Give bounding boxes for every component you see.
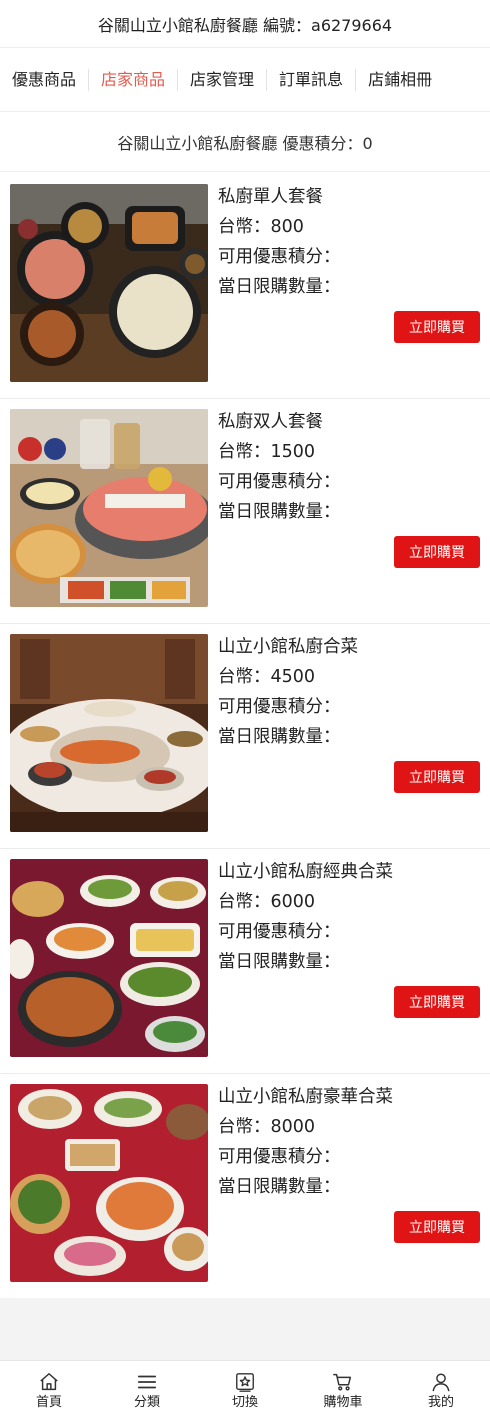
product-price: 台幣：8000 xyxy=(218,1117,316,1137)
list-end-spacer xyxy=(0,1298,490,1360)
user-icon xyxy=(432,1373,450,1392)
tab-promo-products[interactable]: 優惠商品 xyxy=(0,68,90,91)
product-name: 私廚單人套餐 xyxy=(218,187,323,207)
home-icon xyxy=(40,1373,58,1391)
store-title: 谷關山立小館私廚餐廳 編號：a6279664 xyxy=(0,0,490,48)
tab-store-album[interactable]: 店鋪相冊 xyxy=(356,69,444,91)
tab-bar: 優惠商品 店家商品 店家管理 訂單訊息 店鋪相冊 xyxy=(0,48,490,112)
nav-category[interactable]: 分類 xyxy=(98,1361,196,1417)
nav-home[interactable]: 首頁 xyxy=(0,1361,98,1417)
deluxe-dishes-photo[interactable] xyxy=(10,1084,208,1282)
product-info: 山立小館私廚經典合菜 台幣：6000 可用優惠積分： 當日限購數量： xyxy=(218,857,480,977)
tab-order-messages[interactable]: 訂單訊息 xyxy=(267,68,357,91)
buy-now-button[interactable]: 立即購買 xyxy=(394,536,480,568)
set-meal-photo[interactable] xyxy=(10,184,208,382)
buy-now-button[interactable]: 立即購買 xyxy=(394,1211,480,1243)
product-info: 山立小館私廚豪華合菜 台幣：8000 可用優惠積分： 當日限購數量： xyxy=(218,1082,480,1202)
points-summary: 谷關山立小館私廚餐廳 優惠積分：0 xyxy=(0,112,490,172)
tab-store-management[interactable]: 店家管理 xyxy=(178,68,268,91)
bottom-navigation: 首頁 分類 切換 購物車 我的 xyxy=(0,1360,490,1417)
product-price: 台幣：800 xyxy=(218,217,304,237)
product-card: 山立小館私廚合菜 台幣：4500 可用優惠積分： 當日限購數量： 立即購買 xyxy=(0,624,490,849)
product-daily-limit: 當日限購數量： xyxy=(218,952,341,972)
nav-label: 首頁 xyxy=(35,1395,62,1410)
product-info: 山立小館私廚合菜 台幣：4500 可用優惠積分： 當日限購數量： xyxy=(218,632,480,752)
nav-label: 購物車 xyxy=(323,1395,363,1410)
product-daily-limit: 當日限購數量： xyxy=(218,277,341,297)
product-points: 可用優惠積分： xyxy=(218,472,341,492)
tab-store-products[interactable]: 店家商品 xyxy=(89,68,179,91)
product-price: 台幣：6000 xyxy=(218,892,316,912)
product-price: 台幣：1500 xyxy=(218,442,316,462)
nav-label: 切換 xyxy=(231,1395,258,1410)
product-info: 私廚單人套餐 台幣：800 可用優惠積分： 當日限購數量： xyxy=(218,182,480,302)
product-list: 私廚單人套餐 台幣：800 可用優惠積分： 當日限購數量： 立即購買 私廚双人套… xyxy=(0,174,490,1299)
product-name: 山立小館私廚豪華合菜 xyxy=(218,1087,393,1107)
menu-lines-icon xyxy=(137,1375,157,1389)
nav-label: 分類 xyxy=(133,1395,160,1410)
product-info: 私廚双人套餐 台幣：1500 可用優惠積分： 當日限購數量： xyxy=(218,407,480,527)
cart-icon xyxy=(333,1373,352,1391)
nav-label: 我的 xyxy=(427,1395,454,1410)
product-points: 可用優惠積分： xyxy=(218,697,341,717)
buy-now-button[interactable]: 立即購買 xyxy=(394,761,480,793)
buy-now-button[interactable]: 立即購買 xyxy=(394,986,480,1018)
product-points: 可用優惠積分： xyxy=(218,922,341,942)
buy-now-button[interactable]: 立即購買 xyxy=(394,311,480,343)
nav-cart[interactable]: 購物車 xyxy=(294,1361,392,1417)
product-points: 可用優惠積分： xyxy=(218,247,341,267)
hotpot-meal-photo[interactable] xyxy=(10,409,208,607)
nav-mine[interactable]: 我的 xyxy=(392,1361,490,1417)
product-daily-limit: 當日限購數量： xyxy=(218,1177,341,1197)
product-points: 可用優惠積分： xyxy=(218,1147,341,1167)
product-name: 私廚双人套餐 xyxy=(218,412,323,432)
product-card: 私廚双人套餐 台幣：1500 可用優惠積分： 當日限購數量： 立即購買 xyxy=(0,399,490,624)
banquet-table-photo[interactable] xyxy=(10,634,208,832)
star-box-icon xyxy=(236,1373,254,1392)
product-name: 山立小館私廚合菜 xyxy=(218,637,358,657)
product-price: 台幣：4500 xyxy=(218,667,316,687)
classic-dishes-photo[interactable] xyxy=(10,859,208,1057)
product-card: 山立小館私廚豪華合菜 台幣：8000 可用優惠積分： 當日限購數量： 立即購買 xyxy=(0,1074,490,1299)
product-card: 山立小館私廚經典合菜 台幣：6000 可用優惠積分： 當日限購數量： 立即購買 xyxy=(0,849,490,1074)
product-card: 私廚單人套餐 台幣：800 可用優惠積分： 當日限購數量： 立即購買 xyxy=(0,174,490,399)
product-daily-limit: 當日限購數量： xyxy=(218,502,341,522)
product-daily-limit: 當日限購數量： xyxy=(218,727,341,747)
nav-switch[interactable]: 切換 xyxy=(196,1361,294,1417)
product-name: 山立小館私廚經典合菜 xyxy=(218,862,393,882)
